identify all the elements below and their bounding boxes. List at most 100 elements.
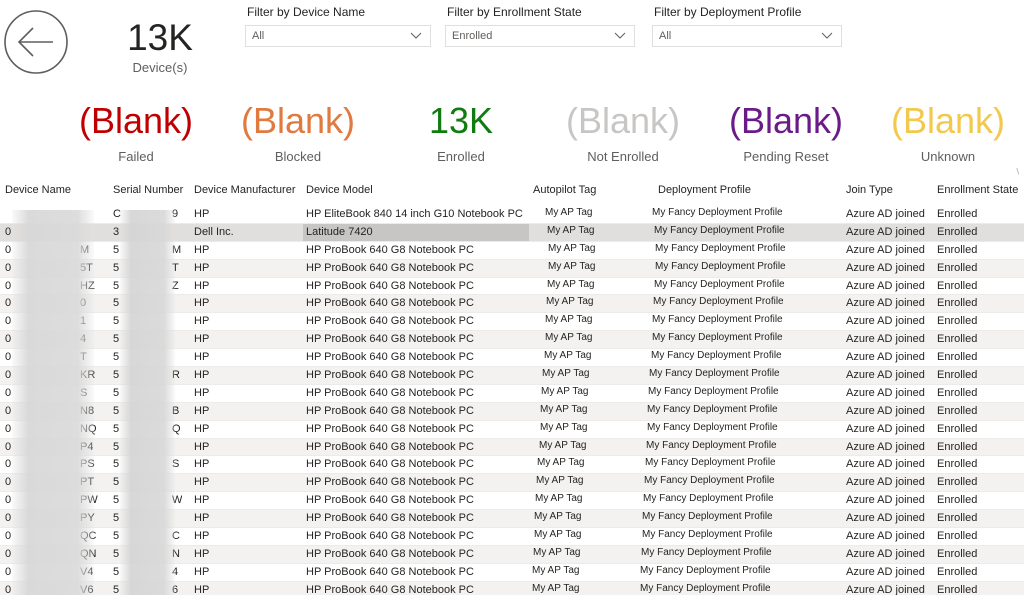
autopilot-tag-cell: My AP Tag	[544, 350, 592, 362]
join-type-cell: Azure AD joined	[846, 243, 925, 256]
join-type-cell: Azure AD joined	[846, 333, 925, 346]
enrollment-state-cell: Enrolled	[937, 279, 978, 292]
enrollment-state-cell: Enrolled	[937, 565, 978, 578]
enrollment-state-cell: Enrolled	[937, 315, 978, 328]
enrollment-state-cell: Enrolled	[937, 404, 978, 417]
column-header[interactable]: Serial Number	[113, 184, 183, 196]
autopilot-tag-cell: My AP Tag	[545, 207, 593, 218]
manufacturer-cell: HP	[194, 208, 210, 220]
kpi-label: Not Enrolled	[587, 149, 659, 164]
join-type-cell: Azure AD joined	[846, 208, 925, 220]
filter-title: Filter by Enrollment State	[447, 5, 582, 19]
deployment-profile-cell: My Fancy Deployment Profile	[655, 260, 786, 272]
manufacturer-cell: HP	[194, 458, 210, 471]
join-type-cell: Azure AD joined	[846, 458, 925, 471]
manufacturer-cell: Dell Inc.	[194, 225, 234, 238]
deployment-profile-cell: My Fancy Deployment Profile	[653, 296, 784, 308]
join-type-cell: Azure AD joined	[846, 476, 925, 489]
join-type-cell: Azure AD joined	[846, 440, 925, 453]
autopilot-tag-cell: My AP Tag	[533, 546, 581, 558]
column-header[interactable]: Join Type	[846, 184, 893, 196]
device-model-cell: HP ProBook 640 G8 Notebook PC	[306, 243, 474, 256]
device-model-cell: HP ProBook 640 G8 Notebook PC	[306, 297, 474, 310]
join-type-cell: Azure AD joined	[846, 369, 925, 382]
kpi-failed[interactable]: (Blank) Failed	[66, 101, 206, 165]
autopilot-tag-cell: My AP Tag	[541, 385, 589, 397]
column-header[interactable]: Device Name	[5, 184, 71, 196]
device-model-cell: HP ProBook 640 G8 Notebook PC	[306, 512, 474, 525]
enrollment-state-dropdown[interactable]: Enrolled	[445, 25, 635, 47]
kpi-enrolled[interactable]: 13K Enrolled	[391, 100, 531, 165]
column-header[interactable]: Deployment Profile	[658, 184, 751, 196]
deployment-profile-cell: My Fancy Deployment Profile	[654, 278, 785, 290]
manufacturer-cell: HP	[194, 404, 210, 417]
join-type-cell: Azure AD joined	[846, 565, 925, 578]
device-count-value: 13K	[127, 17, 193, 58]
manufacturer-cell: HP	[194, 422, 210, 435]
device-model-cell: HP EliteBook 840 14 inch G10 Notebook PC	[306, 208, 523, 220]
enrollment-state-cell: Enrolled	[937, 494, 978, 507]
join-type-cell: Azure AD joined	[846, 547, 925, 560]
join-type-cell: Azure AD joined	[846, 422, 925, 435]
manufacturer-cell: HP	[194, 583, 210, 595]
chevron-down-icon	[614, 32, 626, 39]
device-name-dropdown[interactable]: All	[245, 25, 431, 47]
back-button[interactable]	[3, 9, 69, 75]
kpi-pending-reset[interactable]: (Blank) Pending Reset	[716, 100, 856, 165]
manufacturer-cell: HP	[194, 530, 210, 543]
deployment-profile-cell: My Fancy Deployment Profile	[649, 368, 780, 380]
device-model-cell: HP ProBook 640 G8 Notebook PC	[306, 369, 474, 382]
deployment-profile-cell: My Fancy Deployment Profile	[648, 385, 779, 397]
kpi-label: Pending Reset	[743, 149, 829, 164]
column-header[interactable]: Autopilot Tag	[533, 184, 596, 196]
column-header[interactable]: Device Model	[306, 184, 373, 196]
redacted-serial-numbers	[120, 210, 175, 595]
table-header: Device Name Serial Number Device Manufac…	[0, 180, 1024, 202]
filter-title: Filter by Device Name	[247, 5, 366, 19]
resize-handle-icon[interactable]: ∖	[1015, 167, 1020, 176]
autopilot-tag-cell: My AP Tag	[539, 439, 587, 451]
kpi-unknown[interactable]: (Blank) Unknown	[878, 101, 1018, 165]
device-model-cell: HP ProBook 640 G8 Notebook PC	[306, 351, 474, 364]
device-model-cell: HP ProBook 640 G8 Notebook PC	[306, 333, 474, 346]
chevron-down-icon	[410, 32, 422, 39]
manufacturer-cell: HP	[194, 512, 210, 525]
autopilot-tag-cell: My AP Tag	[546, 296, 594, 308]
autopilot-tag-cell: My AP Tag	[532, 582, 580, 594]
device-model-cell: HP ProBook 640 G8 Notebook PC	[306, 404, 474, 417]
deployment-profile-dropdown[interactable]: All	[652, 25, 842, 47]
enrollment-state-cell: Enrolled	[937, 369, 978, 382]
enrollment-state-cell: Enrolled	[937, 458, 978, 471]
device-model-cell: HP ProBook 640 G8 Notebook PC	[306, 547, 474, 560]
filter-value: All	[252, 30, 265, 42]
device-model-cell: HP ProBook 640 G8 Notebook PC	[306, 315, 474, 328]
redacted-device-names	[12, 210, 94, 595]
enrollment-state-cell: Enrolled	[937, 297, 978, 310]
filter-title: Filter by Deployment Profile	[654, 5, 802, 19]
deployment-profile-cell: My Fancy Deployment Profile	[654, 224, 785, 236]
kpi-blocked[interactable]: (Blank) Blocked	[228, 101, 368, 165]
kpi-value: (Blank)	[728, 100, 844, 141]
autopilot-tag-cell: My AP Tag	[537, 457, 585, 469]
autopilot-tag-cell: My AP Tag	[547, 224, 595, 236]
deployment-profile-cell: My Fancy Deployment Profile	[645, 457, 776, 469]
kpi-label: Unknown	[920, 149, 976, 164]
autopilot-tag-cell: My AP Tag	[532, 564, 580, 576]
kpi-not-enrolled[interactable]: (Blank) Not Enrolled	[553, 101, 693, 165]
device-model-cell: HP ProBook 640 G8 Notebook PC	[306, 494, 474, 507]
kpi-label: Failed	[118, 149, 154, 164]
enrollment-state-filter: Filter by Enrollment State Enrolled	[445, 3, 635, 47]
column-header[interactable]: Enrollment State	[937, 184, 1018, 196]
enrollment-state-cell: Enrolled	[937, 422, 978, 435]
enrollment-state-cell: Enrolled	[937, 243, 978, 256]
deployment-profile-cell: My Fancy Deployment Profile	[640, 582, 771, 594]
join-type-cell: Azure AD joined	[846, 261, 925, 274]
enrollment-state-cell: Enrolled	[937, 476, 978, 489]
column-header[interactable]: Device Manufacturer	[194, 184, 296, 196]
deployment-profile-cell: My Fancy Deployment Profile	[643, 493, 774, 505]
enrollment-state-cell: Enrolled	[937, 351, 978, 364]
autopilot-tag-cell: My AP Tag	[545, 332, 593, 344]
kpi-value: 13K	[428, 100, 494, 141]
autopilot-tag-cell: My AP Tag	[548, 242, 596, 254]
autopilot-tag-cell: My AP Tag	[540, 403, 588, 415]
